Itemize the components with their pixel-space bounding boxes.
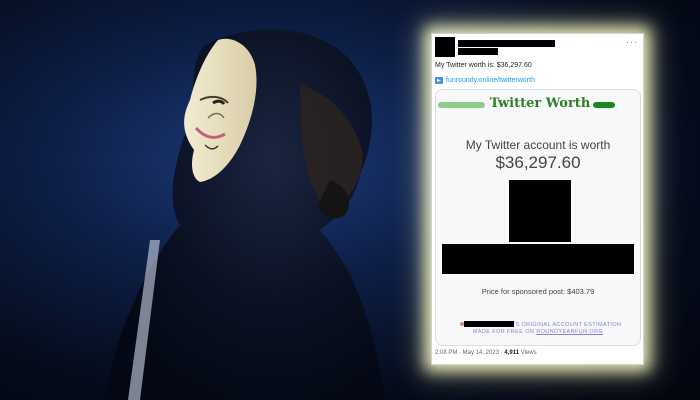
- redacted-handle: [458, 48, 498, 55]
- redacted-profile-image: [509, 180, 571, 242]
- twitter-worth-embed[interactable]: Twitter Worth My Twitter account is wort…: [435, 89, 641, 346]
- brand-title: Twitter Worth: [489, 96, 591, 111]
- hooded-masked-figure-image: [105, 29, 385, 400]
- more-options-button[interactable]: ···: [626, 37, 638, 47]
- brand-bar-right: [593, 102, 615, 108]
- tweet-card[interactable]: ··· My Twitter worth is: $36,297.60 funr…: [431, 33, 644, 365]
- views-label: Views: [520, 350, 537, 356]
- footer-made-for-free: MADE FOR FREE ON ROUNDYEARFUN.ORG: [436, 329, 640, 335]
- footer-made-prefix: MADE FOR FREE ON: [472, 329, 535, 335]
- brand-header: Twitter Worth: [436, 96, 640, 114]
- footer-site-link[interactable]: ROUNDYEARFUN.ORG: [536, 329, 603, 335]
- tweet-timestamp[interactable]: 2:08 PM · May 14, 2023 ·: [435, 350, 503, 356]
- sponsored-price: Price for sponsored post: $403.79: [481, 287, 595, 296]
- tweet-text: My Twitter worth is: $36,297.60: [435, 62, 532, 69]
- brand-bar-left: [438, 102, 485, 108]
- worth-value: $36,297.60: [495, 153, 581, 172]
- redacted-display-name: [458, 40, 555, 47]
- footer-estimation-text: 'S ORIGINAL ACCOUNT ESTIMATION: [514, 322, 622, 328]
- worth-label: My Twitter account is worth: [465, 138, 611, 152]
- tweet-link[interactable]: funroundy.online/twitterworth: [435, 77, 535, 84]
- background-scene: [0, 0, 420, 400]
- arrow-link-icon: [435, 77, 443, 84]
- redacted-footer-handle: [464, 321, 514, 327]
- redacted-account-name: [442, 244, 634, 274]
- tweet-meta: 2:08 PM · May 14, 2023 · 4,911 Views: [435, 350, 537, 356]
- link-text[interactable]: funroundy.online/twitterworth: [446, 77, 535, 84]
- redacted-avatar: [435, 37, 455, 57]
- views-count: 4,911: [504, 350, 520, 356]
